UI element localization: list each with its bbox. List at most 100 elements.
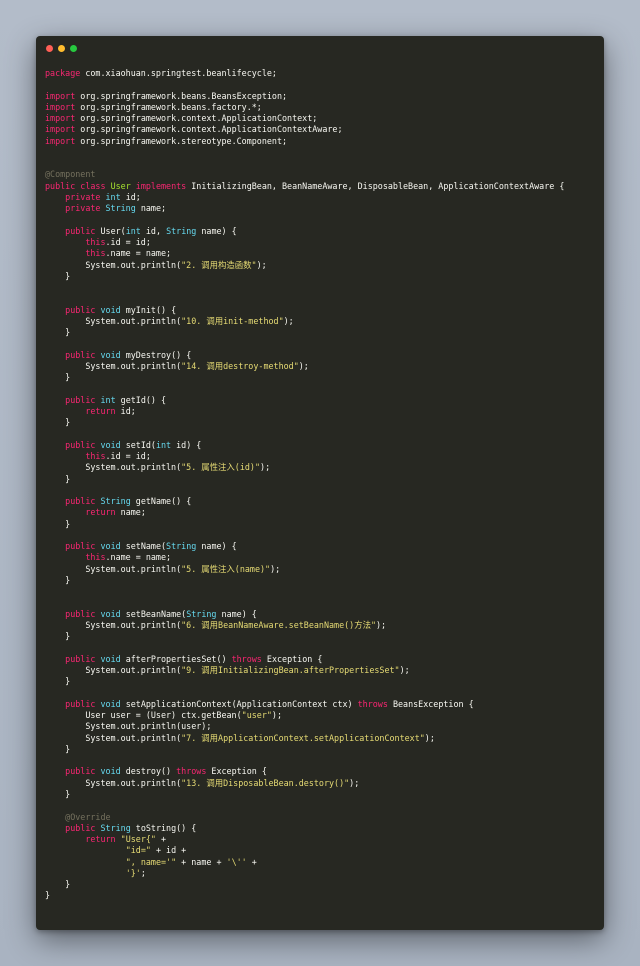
code-line: System.out.println("6. 调用BeanNameAware.s…: [45, 620, 600, 631]
code-line: System.out.println(user);: [45, 721, 600, 732]
code-token: }: [45, 631, 71, 642]
code-token: );: [376, 620, 387, 631]
code-line: public void destroy() throws Exception {: [45, 766, 600, 777]
code-token: );: [349, 777, 360, 788]
code-token: public class: [45, 180, 111, 191]
code-token: myDestroy() {: [120, 349, 192, 360]
code-token: this: [85, 248, 106, 259]
code-token: this: [85, 451, 106, 462]
code-token: void: [100, 349, 121, 360]
code-line: }: [45, 890, 600, 901]
code-token: "13. 调用DisposableBean.destory()": [181, 777, 350, 788]
code-token: System.out.println(: [45, 665, 182, 676]
code-token: void: [100, 304, 121, 315]
close-button[interactable]: [46, 45, 53, 52]
code-token: "5. 属性注入(id)": [181, 462, 261, 473]
code-line: System.out.println("14. 调用destroy-method…: [45, 361, 600, 372]
code-token: Exception {: [206, 766, 267, 777]
code-token: toString() {: [130, 822, 197, 833]
code-token: id;: [120, 191, 141, 202]
code-line: @Override: [45, 812, 600, 823]
code-token: void: [100, 653, 121, 664]
code-token: void: [100, 541, 121, 552]
code-token: throws: [231, 653, 262, 664]
code-token: public: [65, 653, 96, 664]
code-line: this.id = id;: [45, 237, 600, 248]
code-token: name) {: [196, 541, 237, 552]
code-token: public: [65, 698, 96, 709]
code-window: package com.xiaohuan.springtest.beanlife…: [36, 36, 604, 930]
code-line: System.out.println("10. 调用init-method");: [45, 316, 600, 327]
code-token: '}': [125, 867, 141, 878]
code-line: public void setName(String name) {: [45, 541, 600, 552]
code-token: setName(: [120, 541, 167, 552]
code-line: public void setId(int id) {: [45, 440, 600, 451]
code-token: id;: [115, 405, 136, 416]
code-token: public: [65, 496, 96, 507]
code-token: org.springframework.beans.BeansException…: [75, 90, 288, 101]
code-token: .id = id;: [105, 236, 151, 247]
code-token: getId() {: [115, 394, 167, 405]
code-token: public: [65, 822, 96, 833]
minimize-button[interactable]: [58, 45, 65, 52]
code-token: setBeanName(: [120, 608, 187, 619]
code-token: this: [85, 552, 106, 563]
code-token: public: [65, 394, 96, 405]
code-token: int: [125, 225, 141, 236]
code-token: System.out.println(: [45, 360, 182, 371]
code-token: }: [45, 574, 71, 585]
code-token: org.springframework.stereotype.Component…: [75, 135, 288, 146]
code-line: }: [45, 327, 600, 338]
code-line: public void myInit() {: [45, 305, 600, 316]
zoom-button[interactable]: [70, 45, 77, 52]
code-token: return: [85, 507, 116, 518]
code-line: }: [45, 372, 600, 383]
code-line: }: [45, 744, 600, 755]
code-token: }: [45, 270, 71, 281]
code-token: System.out.println(: [45, 462, 182, 473]
code-token: setId(: [120, 439, 156, 450]
code-token: afterPropertiesSet(): [120, 653, 232, 664]
code-line: private String name;: [45, 203, 600, 214]
code-token: ", name='": [125, 856, 177, 867]
code-line: }: [45, 789, 600, 800]
code-token: InitializingBean, BeanNameAware, Disposa…: [186, 180, 565, 191]
code-token: return: [85, 834, 116, 845]
code-token: User(: [95, 225, 126, 236]
code-token: + name +: [176, 856, 227, 867]
code-token: );: [270, 563, 281, 574]
code-line: public String toString() {: [45, 823, 600, 834]
code-line: private int id;: [45, 192, 600, 203]
code-token: int: [105, 191, 121, 202]
code-token: void: [100, 439, 121, 450]
code-line: ", name='" + name + '\'' +: [45, 857, 600, 868]
code-token: System.out.println(: [45, 732, 182, 743]
code-line: System.out.println("5. 属性注入(name)");: [45, 564, 600, 575]
code-token: "7. 调用ApplicationContext.setApplicationC…: [181, 732, 425, 743]
code-token: "user": [241, 710, 272, 721]
code-line: public void setBeanName(String name) {: [45, 609, 600, 620]
code-token: "10. 调用init-method": [181, 315, 284, 326]
code-line: public class User implements Initializin…: [45, 181, 600, 192]
code-editor: package com.xiaohuan.springtest.beanlife…: [45, 68, 600, 902]
code-token: public: [65, 349, 96, 360]
code-line: public int getId() {: [45, 395, 600, 406]
code-token: );: [424, 732, 435, 743]
code-token: .id = id;: [105, 451, 151, 462]
code-token: this: [85, 236, 106, 247]
